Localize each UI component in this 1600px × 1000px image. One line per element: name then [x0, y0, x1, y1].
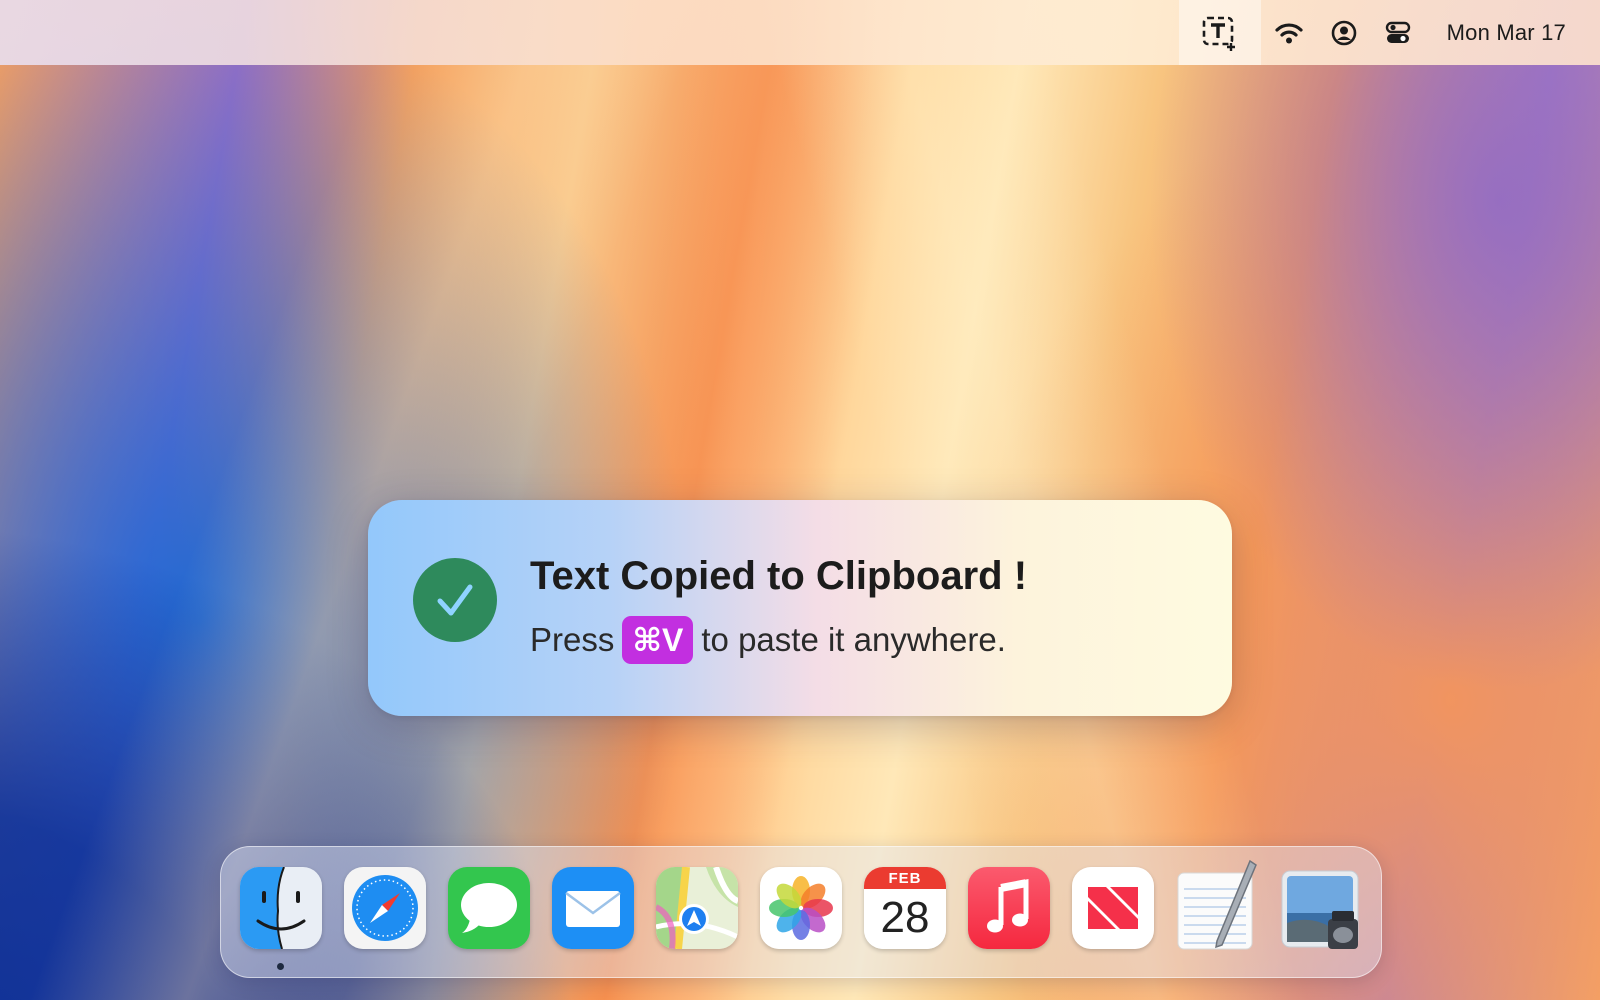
- user-account-icon: [1331, 20, 1356, 45]
- user-menu-item[interactable]: [1317, 0, 1371, 65]
- finder-running-indicator: [277, 963, 284, 970]
- calendar-icon-day: 28: [864, 889, 946, 949]
- safari-icon[interactable]: [344, 867, 426, 949]
- toast-message-prefix: Press: [530, 621, 615, 658]
- news-icon[interactable]: [1072, 867, 1154, 949]
- control-center-menu-item[interactable]: [1371, 0, 1425, 65]
- messages-icon[interactable]: [448, 867, 530, 949]
- checkmark-icon: [413, 558, 497, 642]
- control-center-icon: [1385, 21, 1410, 43]
- maps-icon[interactable]: [656, 867, 738, 949]
- wifi-menu-item[interactable]: [1261, 0, 1317, 65]
- photos-icon[interactable]: [760, 867, 842, 949]
- menu-bar-clock[interactable]: Mon Mar 17: [1425, 20, 1600, 46]
- desktop: Mon Mar 17 Text Copied to Clipboard ! Pr…: [0, 0, 1600, 1000]
- textedit-icon[interactable]: [1176, 859, 1258, 950]
- calendar-icon[interactable]: FEB 28: [864, 867, 946, 949]
- music-icon[interactable]: [968, 867, 1050, 949]
- toast-message-suffix: to paste it anywhere.: [701, 621, 1006, 658]
- wifi-icon: [1275, 22, 1303, 43]
- mail-icon[interactable]: [552, 867, 634, 949]
- toast-message: Press ⌘V to paste it anywhere.: [530, 616, 1006, 664]
- text-capture-menu-item[interactable]: [1178, 0, 1261, 65]
- calendar-icon-month: FEB: [864, 867, 946, 889]
- text-capture-icon: [1202, 16, 1235, 51]
- menu-bar: Mon Mar 17: [0, 0, 1600, 65]
- dock: FEB 28: [220, 846, 1382, 978]
- finder-icon[interactable]: [240, 867, 322, 949]
- toast-title: Text Copied to Clipboard !: [530, 554, 1028, 598]
- paste-shortcut-badge: ⌘V: [622, 616, 694, 664]
- preview-icon[interactable]: [1280, 867, 1362, 949]
- clipboard-toast: Text Copied to Clipboard ! Press ⌘V to p…: [368, 500, 1232, 716]
